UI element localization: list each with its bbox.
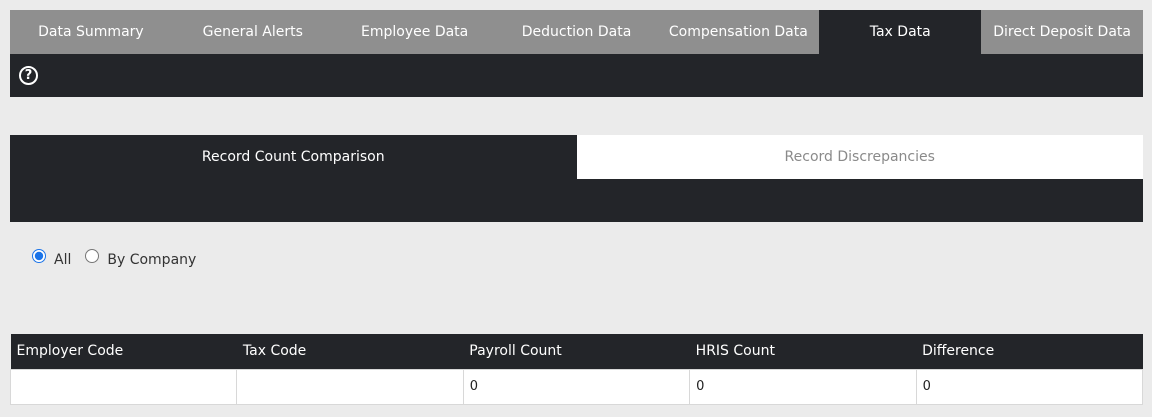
column-header-hris-count[interactable]: HRIS Count [689,334,917,369]
tab-deduction-data[interactable]: Deduction Data [496,10,658,54]
column-header-payroll-count[interactable]: Payroll Count [463,334,690,369]
cell-payroll-count: 0 [462,368,691,405]
tab-record-discrepancies[interactable]: Record Discrepancies [576,135,1143,179]
question-circle-icon[interactable]: ? [19,66,38,85]
cell-employer-code [9,368,238,405]
company-filter-radio-group: All By Company [32,249,210,268]
radio-by-company[interactable]: By Company [85,249,197,268]
radio-by-company-label: By Company [107,252,197,268]
record-count-table: Employer Code Tax Code Payroll Count HRI… [9,334,1144,405]
tab-direct-deposit-data[interactable]: Direct Deposit Data [981,10,1143,54]
tab-general-alerts[interactable]: General Alerts [172,10,334,54]
sub-tab-panel-header [10,179,1143,222]
radio-by-company-input[interactable] [85,249,100,263]
radio-all[interactable]: All [32,249,72,268]
tab-data-summary[interactable]: Data Summary [10,10,172,54]
tab-employee-data[interactable]: Employee Data [334,10,496,54]
sub-tab-bar: Record Count Comparison Record Discrepan… [10,135,1143,179]
radio-all-input[interactable] [32,249,46,263]
column-header-difference[interactable]: Difference [916,334,1143,369]
table-row: 0 0 0 [9,368,1144,405]
column-header-employer-code[interactable]: Employer Code [10,334,237,369]
column-header-tax-code[interactable]: Tax Code [236,334,464,369]
radio-all-label: All [54,252,72,268]
tab-tax-data[interactable]: Tax Data [819,10,982,54]
tab-record-count-comparison[interactable]: Record Count Comparison [10,135,577,179]
cell-tax-code [236,368,464,405]
table-header-row: Employer Code Tax Code Payroll Count HRI… [10,334,1143,369]
help-toolbar: ? [10,54,1143,97]
cell-hris-count: 0 [689,368,917,405]
tab-compensation-data[interactable]: Compensation Data [657,10,819,54]
cell-difference: 0 [915,368,1144,405]
main-tab-bar: Data Summary General Alerts Employee Dat… [10,10,1143,54]
